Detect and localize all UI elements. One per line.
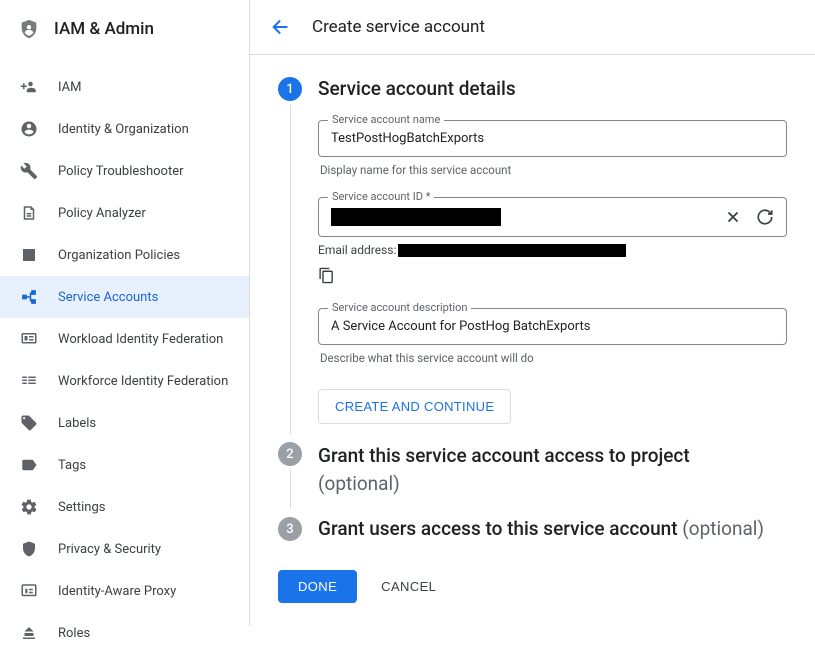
nav-label: Workload Identity Federation <box>58 332 223 347</box>
cancel-button[interactable]: CANCEL <box>381 579 436 594</box>
roles-icon <box>20 624 38 642</box>
nav-label: Organization Policies <box>58 248 180 263</box>
name-helper: Display name for this service account <box>318 163 787 177</box>
nav-item-iap[interactable]: Identity-Aware Proxy <box>0 570 249 612</box>
create-and-continue-button[interactable]: CREATE AND CONTINUE <box>318 389 511 424</box>
step-3-title[interactable]: Grant users access to this service accou… <box>318 517 787 540</box>
policy-analyzer-icon <box>20 204 38 222</box>
step-2-title[interactable]: Grant this service account access to pro… <box>318 442 787 497</box>
page-title: Create service account <box>312 17 485 37</box>
account-circle-icon <box>20 120 38 138</box>
clear-icon[interactable] <box>724 208 742 226</box>
nav-label: IAM <box>58 80 81 95</box>
service-account-icon <box>20 288 38 306</box>
step-2: 2 Grant this service account access to p… <box>278 442 787 509</box>
copy-icon[interactable] <box>318 267 335 284</box>
list-box-icon <box>20 246 38 264</box>
wrench-icon <box>20 162 38 180</box>
person-add-icon <box>20 78 38 96</box>
service-account-desc-input[interactable] <box>331 319 774 334</box>
nav-item-roles[interactable]: Roles <box>0 612 249 654</box>
nav-label: Settings <box>58 500 105 515</box>
nav-item-privacy-security[interactable]: Privacy & Security <box>0 528 249 570</box>
nav-item-workload-identity[interactable]: Workload Identity Federation <box>0 318 249 360</box>
service-account-id-field: Service account ID * <box>318 197 787 237</box>
nav-item-tags[interactable]: Tags <box>0 444 249 486</box>
nav-item-iam[interactable]: IAM <box>0 66 249 108</box>
workforce-icon <box>20 372 38 390</box>
nav-label: Roles <box>58 626 90 641</box>
nav-label: Privacy & Security <box>58 542 161 557</box>
step-2-badge: 2 <box>278 442 302 466</box>
service-account-name-input[interactable] <box>331 131 774 146</box>
nav-item-identity-org[interactable]: Identity & Organization <box>0 108 249 150</box>
service-account-desc-field: Service account description <box>318 308 787 345</box>
iap-icon <box>20 582 38 600</box>
step-3-badge: 3 <box>278 517 302 541</box>
sidebar: IAM & Admin IAM Identity & Organization … <box>0 0 250 626</box>
sidebar-nav: IAM Identity & Organization Policy Troub… <box>0 58 249 654</box>
nav-item-settings[interactable]: Settings <box>0 486 249 528</box>
nav-item-policy-analyzer[interactable]: Policy Analyzer <box>0 192 249 234</box>
nav-item-workforce-identity[interactable]: Workforce Identity Federation <box>0 360 249 402</box>
iam-product-icon <box>18 18 40 40</box>
workload-icon <box>20 330 38 348</box>
nav-label: Tags <box>58 458 86 473</box>
step-3: 3 Grant users access to this service acc… <box>278 517 787 552</box>
nav-label: Identity & Organization <box>58 122 189 137</box>
main-header: Create service account <box>250 0 815 55</box>
step-1-badge: 1 <box>278 77 302 101</box>
sidebar-header: IAM & Admin <box>0 0 249 58</box>
step-1-title: Service account details <box>318 77 787 100</box>
desc-helper: Describe what this service account will … <box>318 351 787 365</box>
step-1: 1 Service account details Service accoun… <box>278 77 787 434</box>
nav-label: Policy Troubleshooter <box>58 164 184 179</box>
nav-label: Workforce Identity Federation <box>58 374 228 389</box>
label-icon <box>20 456 38 474</box>
sidebar-title: IAM & Admin <box>54 19 154 39</box>
nav-label: Identity-Aware Proxy <box>58 584 176 599</box>
email-prefix: Email address: <box>318 243 396 257</box>
refresh-icon[interactable] <box>756 208 774 226</box>
nav-label: Service Accounts <box>58 290 158 305</box>
id-label: Service account ID * <box>328 190 434 203</box>
back-button[interactable] <box>270 16 292 38</box>
wizard: 1 Service account details Service accoun… <box>250 55 815 626</box>
tag-icon <box>20 414 38 432</box>
gear-icon <box>20 498 38 516</box>
nav-item-service-accounts[interactable]: Service Accounts <box>0 276 249 318</box>
nav-label: Labels <box>58 416 96 431</box>
service-account-name-field: Service account name <box>318 120 787 157</box>
name-label: Service account name <box>328 113 444 126</box>
shield-icon <box>20 540 38 558</box>
email-address-row: Email address: <box>318 243 787 257</box>
nav-item-labels[interactable]: Labels <box>0 402 249 444</box>
nav-item-policy-troubleshooter[interactable]: Policy Troubleshooter <box>0 150 249 192</box>
done-button[interactable]: DONE <box>278 570 357 603</box>
nav-label: Policy Analyzer <box>58 206 146 221</box>
email-value-redacted <box>398 244 626 257</box>
id-value-redacted[interactable] <box>331 208 501 226</box>
footer-actions: DONE CANCEL <box>278 570 787 603</box>
nav-item-org-policies[interactable]: Organization Policies <box>0 234 249 276</box>
desc-label: Service account description <box>328 301 471 314</box>
main-content: Create service account 1 Service account… <box>250 0 815 626</box>
